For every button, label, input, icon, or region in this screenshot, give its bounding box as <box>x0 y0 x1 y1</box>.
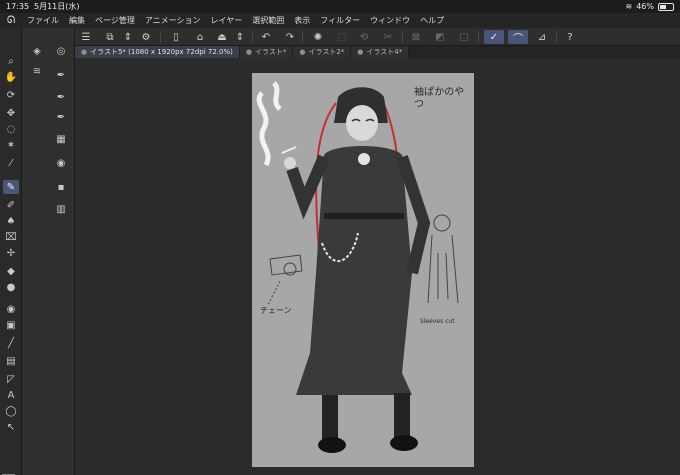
eyedropper-icon[interactable]: ⁄ <box>3 156 19 170</box>
crop-icon[interactable]: ⊠ <box>408 30 424 44</box>
zoom-icon[interactable]: ⌕ <box>3 54 19 68</box>
fill-icon[interactable]: ◩ <box>432 30 448 44</box>
search-icon[interactable]: ◎ <box>53 44 69 58</box>
status-bar: 17:35 5月11日(水) ≋ 46% <box>0 0 680 13</box>
move-icon[interactable]: ✥ <box>3 106 19 120</box>
property-icon[interactable]: ▥ <box>53 202 69 216</box>
pen-variant-3-icon[interactable]: ✒ <box>53 110 69 124</box>
cut-icon[interactable]: ✂ <box>380 30 396 44</box>
eraser-icon[interactable]: ◆ <box>3 264 19 278</box>
select-all-icon[interactable]: ▢ <box>456 30 472 44</box>
menu-animation[interactable]: アニメーション <box>140 15 206 26</box>
sketch-note-top: 袖ぱかのやつ <box>414 87 465 110</box>
rotate-view-icon[interactable]: ⟳ <box>3 88 19 102</box>
brush-icon[interactable]: ♠ <box>3 214 19 228</box>
status-time: 17:35 <box>6 2 30 11</box>
line-icon[interactable]: ╱ <box>3 336 19 350</box>
sketch-note-chain: チェーン <box>260 306 292 315</box>
open-folder-icon[interactable]: ⌂ <box>192 30 208 44</box>
status-right: ≋ 46% <box>626 0 674 13</box>
app-logo-icon[interactable]: ᘏ <box>0 15 22 26</box>
chevron-updown-icon[interactable]: ⇕ <box>120 30 136 44</box>
tab-illust4[interactable]: ● イラスト4* <box>351 46 410 58</box>
tab-label: イラスト* <box>254 48 287 56</box>
pen-variant-1-icon[interactable]: ✒ <box>53 68 69 82</box>
menu-bar: ᘏ ファイル 編集 ページ管理 アニメーション レイヤー 選択範囲 表示 フィル… <box>0 13 680 28</box>
layers-icon[interactable]: ≋ <box>29 64 45 78</box>
gradient-icon[interactable]: ▣ <box>3 318 19 332</box>
settings-icon[interactable]: ⚙ <box>138 30 154 44</box>
document-tabs: ● イラスト5* (1080 x 1920px 72dpi 72.0%) ● イラス… <box>75 46 680 58</box>
close-icon[interactable]: ● <box>299 48 305 56</box>
tab-illust[interactable]: ● イラスト* <box>239 46 294 58</box>
tab-illust2[interactable]: ● イラスト2* <box>293 46 352 58</box>
fill-icon[interactable]: ◉ <box>3 302 19 316</box>
frame-icon[interactable]: ▤ <box>3 354 19 368</box>
menu-filter[interactable]: フィルター <box>315 15 365 26</box>
spinner-icon[interactable]: ✺ <box>310 30 326 44</box>
menu-layer[interactable]: レイヤー <box>206 15 248 26</box>
tab-label: イラスト4* <box>366 48 403 56</box>
rotate-icon[interactable]: ⟲ <box>356 30 372 44</box>
ruler-icon[interactable]: ◸ <box>3 372 19 386</box>
wifi-icon: ≋ <box>625 2 633 11</box>
close-icon[interactable]: ● <box>81 48 87 56</box>
command-bar: ‹‹ ☰ ⧉ ⇕ ⚙ ▯ ⌂ ⏏ ⇕ ↶ ↷ ✺ ⬚ ⟲ ✂ ⊠ ◩ ▢ ✓ ⌒… <box>0 28 680 46</box>
tab-illust5[interactable]: ● イラスト5* (1080 x 1920px 72dpi 72.0%) <box>75 46 240 58</box>
decorate-icon[interactable]: ✢ <box>3 246 19 260</box>
sketch-illustration <box>256 81 459 453</box>
battery-percent: 46% <box>636 2 654 11</box>
material-icon[interactable]: ▦ <box>53 132 69 146</box>
layer-move-icon[interactable]: ⧉ <box>102 30 118 44</box>
lasso-icon[interactable]: ◌ <box>3 122 19 136</box>
balloon-icon[interactable]: ◯ <box>3 404 19 418</box>
close-icon[interactable]: ● <box>246 48 252 56</box>
sub-tool-palette: ◈ ◎ ≋ ✒ ✒ ✒ ▦ ◉ ▪ ▥ <box>22 28 75 475</box>
layers-stack-icon[interactable]: ◈ <box>29 44 45 58</box>
pen-icon[interactable]: ✎ <box>3 180 19 194</box>
navigator-icon[interactable]: ◉ <box>53 156 69 170</box>
save-icon[interactable]: ⏏ <box>214 30 230 44</box>
redo-icon[interactable]: ↷ <box>282 30 298 44</box>
menu-edit[interactable]: 編集 <box>64 15 90 26</box>
save-history-icon[interactable]: ▪ <box>53 180 69 194</box>
pen-correction-icon[interactable]: ✓ <box>484 30 504 44</box>
sketch-note-side: Sleeves cut <box>420 318 455 325</box>
brush-stroke-icon[interactable]: ⌒ <box>508 30 528 45</box>
menu-page[interactable]: ページ管理 <box>90 15 140 26</box>
chevron-updown-icon[interactable]: ⇕ <box>232 30 248 44</box>
menu-file[interactable]: ファイル <box>22 15 64 26</box>
correct-line-icon[interactable]: ↖ <box>3 420 19 434</box>
tab-label: イラスト2* <box>308 48 345 56</box>
new-file-icon[interactable]: ▯ <box>168 30 184 44</box>
hand-icon[interactable]: ✋ <box>3 70 19 84</box>
pen-variant-2-icon[interactable]: ✒ <box>53 90 69 104</box>
battery-icon <box>658 2 674 11</box>
blend-icon[interactable]: ● <box>3 280 19 294</box>
tab-label: イラスト5* (1080 x 1920px 72dpi 72.0%) <box>90 48 233 56</box>
ruler-icon[interactable]: ⊿ <box>534 30 550 44</box>
magic-wand-icon[interactable]: ✶ <box>3 138 19 152</box>
menu-window[interactable]: ウィンドウ <box>365 15 415 26</box>
tool-palette: ⌕ ✋ ⟳ ✥ ◌ ✶ ⁄ ✎ ✐ ♠ ⌧ ✢ ◆ ● ◉ ▣ ╱ ▤ ◸ A … <box>0 28 22 475</box>
drawing-canvas[interactable]: 袖ぱかのやつ チェーン Sleeves cut <box>252 73 474 467</box>
menu-icon[interactable]: ☰ <box>78 30 94 44</box>
help-icon[interactable]: ? <box>562 30 578 44</box>
close-icon[interactable]: ● <box>357 48 363 56</box>
pencil-icon[interactable]: ✐ <box>3 198 19 212</box>
text-icon[interactable]: A <box>3 388 19 402</box>
menu-help[interactable]: ヘルプ <box>415 15 449 26</box>
menu-view[interactable]: 表示 <box>289 15 315 26</box>
menu-selection[interactable]: 選択範囲 <box>247 15 289 26</box>
transform-icon[interactable]: ⬚ <box>334 30 350 44</box>
status-date: 5月11日(水) <box>34 2 80 11</box>
undo-icon[interactable]: ↶ <box>258 30 274 44</box>
airbrush-icon[interactable]: ⌧ <box>3 230 19 244</box>
